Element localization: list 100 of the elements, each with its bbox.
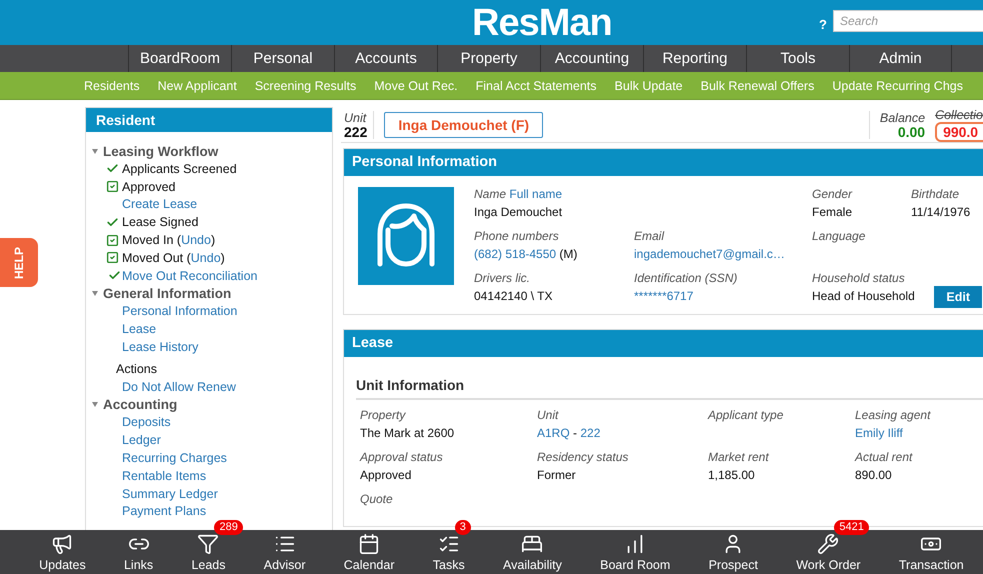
sidebar-link[interactable]: Lease History — [122, 340, 198, 354]
field-value: Inga Demouchet — [474, 205, 562, 219]
field-value: 11/14/1976 — [911, 205, 970, 219]
help-tab-label: HELP — [12, 246, 26, 278]
toolbar-item[interactable]: Updates — [39, 530, 86, 574]
field-value-link[interactable]: *******6717 — [634, 289, 694, 303]
subnav-link[interactable]: Residents — [84, 78, 140, 92]
field-label: Unit — [537, 408, 558, 422]
sidebar-link[interactable]: Personal Information — [122, 304, 238, 318]
help-link[interactable]: ? — [819, 17, 827, 32]
subnav-link[interactable]: New Applicant — [158, 78, 237, 92]
help-tab[interactable]: HELP — [0, 238, 38, 287]
sidebar-link[interactable]: Summary Ledger — [122, 486, 218, 501]
field-label: Property — [360, 408, 406, 422]
workflow-step: Lease Signed — [122, 215, 198, 230]
megaphone-icon — [51, 533, 74, 555]
sidebar-link[interactable]: Lease — [122, 322, 156, 336]
collection-amount[interactable]: 990.0 — [935, 122, 983, 142]
search-field[interactable]: Search — [833, 10, 983, 32]
field-label: Household status — [812, 271, 905, 285]
toolbar-item[interactable]: Availability — [503, 530, 562, 574]
toolbar-item[interactable]: Board Room — [600, 530, 670, 574]
toolbar-item[interactable]: Prospect — [708, 530, 758, 574]
checked-box-icon — [106, 251, 119, 264]
checked-box-icon — [106, 234, 119, 247]
sidebar-link[interactable]: Ledger — [122, 433, 161, 448]
sidebar-link[interactable]: Deposits — [122, 415, 171, 430]
subnav-link[interactable]: Update Recurring Chgs — [832, 78, 963, 92]
sidebar-link[interactable]: Recurring Charges — [122, 451, 227, 466]
field-value-link[interactable]: 222 — [580, 426, 600, 440]
resident-name-button[interactable]: Inga Demouchet (F) — [384, 112, 544, 138]
undo-link[interactable]: Undo — [190, 250, 221, 265]
sidebar-link[interactable]: Create Lease — [122, 197, 198, 212]
count-badge: 289 — [214, 520, 243, 535]
toolbar-item[interactable]: Transaction — [898, 530, 964, 574]
field-label: Residency status — [537, 450, 628, 464]
field-label: Actual rent — [855, 450, 912, 464]
subnav-link[interactable]: Screening Results — [254, 78, 356, 92]
wrench-icon — [817, 533, 840, 555]
field-label: Gender — [812, 187, 852, 201]
paren-text: ) — [210, 233, 216, 248]
expand-triangle-icon[interactable] — [92, 291, 98, 296]
field-label: Quote — [360, 492, 393, 506]
collection-label: Collectio — [935, 108, 983, 122]
expand-triangle-icon[interactable] — [92, 148, 98, 154]
field-value: 890.00 — [855, 468, 892, 482]
separator-text: - — [572, 426, 578, 440]
subnav-link[interactable]: Bulk Update — [614, 78, 683, 92]
balance-label: Balance — [880, 110, 926, 124]
workflow-link[interactable]: Move Out Reconciliation — [122, 268, 258, 283]
field-label: Email — [634, 229, 664, 243]
logo[interactable]: ResMan — [472, 2, 612, 45]
check-icon — [106, 216, 119, 229]
count-badge: 5421 — [834, 520, 869, 535]
field-value-link[interactable]: (682) 518-4550 — [474, 247, 556, 261]
avatar-icon — [358, 187, 454, 285]
field-label: Drivers lic. — [474, 271, 530, 285]
sidebar-link[interactable]: Do Not Allow Renew — [122, 380, 236, 394]
field-value: 1,185.00 — [708, 468, 755, 482]
subnav-link[interactable]: Bulk Renewal Offers — [700, 78, 814, 92]
unit-label: Unit — [344, 110, 368, 124]
field-value: 04142140 \ TX — [474, 289, 553, 303]
workflow-step: Applicants Screened — [122, 162, 237, 176]
field-value: Approved — [360, 468, 412, 482]
filter-icon — [197, 533, 220, 555]
field-label: Leasing agent — [855, 408, 930, 422]
paren-text: ) — [220, 250, 225, 265]
sidebar-link[interactable]: Rentable Items — [122, 468, 206, 483]
field-value: Head of Household — [812, 289, 915, 303]
edit-button[interactable]: Edit — [934, 286, 982, 308]
field-label: Birthdate — [911, 187, 960, 201]
field-value: Former — [537, 468, 576, 482]
field-label: Approval status — [360, 450, 443, 464]
field-label: Applicant type — [708, 408, 784, 422]
field-value-link[interactable]: A1RQ — [537, 426, 570, 440]
field-label: Market rent — [708, 450, 769, 464]
sidebar-link[interactable]: Payment Plans — [122, 504, 206, 518]
field-label-link[interactable]: Full name — [509, 187, 562, 201]
sidebar-subheading: Actions — [116, 362, 157, 376]
expand-triangle-icon[interactable] — [92, 402, 98, 408]
toolbar-item[interactable]: Advisor — [264, 530, 306, 574]
subnav-link[interactable]: Final Acct Statements — [476, 78, 597, 92]
workflow-step: Moved Out ( — [122, 250, 191, 265]
field-value-suffix: (M) — [558, 247, 578, 261]
bed-icon — [521, 533, 544, 555]
section-heading: General Information — [103, 286, 232, 302]
toolbar-item[interactable]: Links — [124, 530, 154, 574]
field-label: Identification (SSN) — [634, 271, 738, 285]
toolbar-item[interactable]: Calendar — [344, 530, 394, 574]
field-value-link[interactable]: Emily Iliff — [855, 426, 903, 440]
unit-number: 222 — [344, 124, 368, 138]
subnav-link[interactable]: Move Out Rec. — [374, 78, 458, 92]
panel-title: Lease — [344, 330, 983, 357]
undo-link[interactable]: Undo — [181, 233, 211, 248]
field-value-link[interactable]: ingademouchet7@gmail.c… — [634, 247, 785, 261]
checked-box-icon — [106, 180, 119, 194]
section-heading: Accounting — [103, 397, 178, 412]
sidebar-title: Resident — [86, 108, 332, 132]
panel-title: Personal Information — [344, 149, 983, 176]
field-value: Female — [812, 205, 852, 219]
